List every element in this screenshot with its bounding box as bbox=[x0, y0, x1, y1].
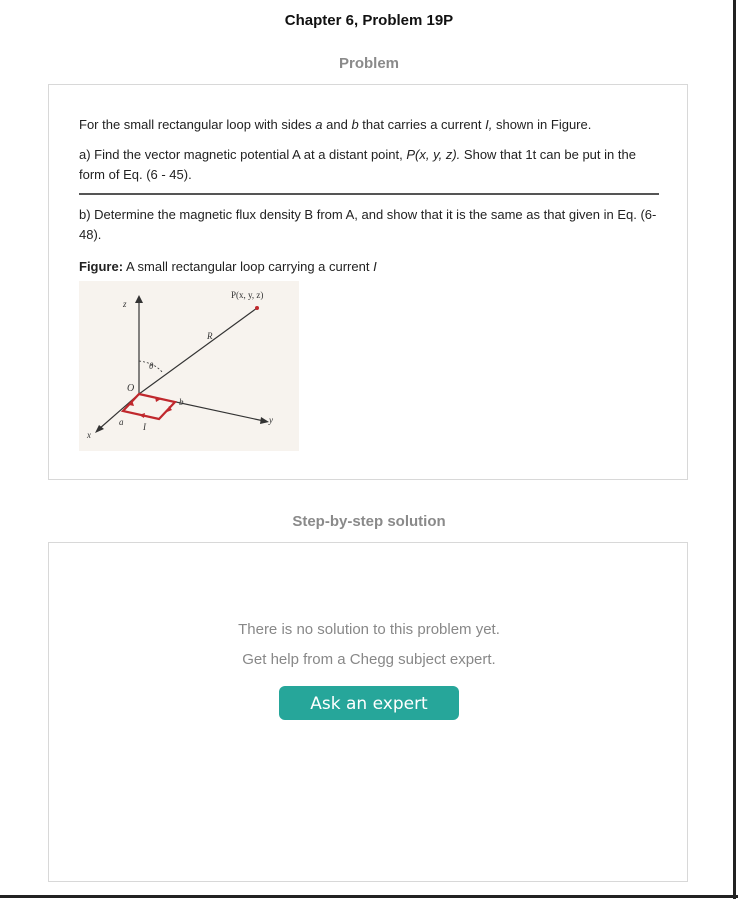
solution-card: There is no solution to this problem yet… bbox=[48, 542, 688, 882]
figure-caption: Figure: A small rectangular loop carryin… bbox=[79, 257, 659, 277]
page-title: Chapter 6, Problem 19P bbox=[284, 12, 454, 29]
no-solution-message: There is no solution to this problem yet… bbox=[238, 621, 500, 638]
figure-caption-current: I bbox=[373, 259, 377, 274]
side-b-label: b bbox=[179, 397, 184, 407]
ask-expert-button[interactable]: Ask an expert bbox=[279, 686, 459, 720]
point-p-label: P(x, y, z) bbox=[231, 290, 263, 300]
point-p-dot bbox=[255, 306, 259, 310]
figure-caption-text: A small rectangular loop carrying a curr… bbox=[123, 259, 374, 274]
x-label: x bbox=[86, 430, 91, 440]
figure-background bbox=[79, 281, 299, 451]
problem-heading: Problem bbox=[338, 55, 399, 72]
frame-bottom-border bbox=[0, 895, 738, 898]
problem-part-a: a) Find the vector magnetic potential A … bbox=[79, 145, 659, 185]
figure-label: Figure: bbox=[79, 259, 124, 274]
problem-intro-and: and bbox=[322, 117, 352, 132]
solution-heading: Step-by-step solution bbox=[292, 513, 446, 530]
r-label: R bbox=[206, 331, 213, 341]
z-label: z bbox=[122, 299, 127, 309]
problem-card: For the small rectangular loop with side… bbox=[48, 84, 688, 480]
y-label: y bbox=[268, 415, 273, 425]
point-var: P(x, y, z). bbox=[406, 147, 461, 162]
side-a-label: a bbox=[119, 417, 124, 427]
problem-intro-post: shown in Figure. bbox=[492, 117, 592, 132]
problem-intro-text: For the small rectangular loop with side… bbox=[79, 117, 316, 132]
problem-part-b: b) Determine the magnetic flux density B… bbox=[79, 207, 657, 242]
frame-right-border bbox=[733, 0, 736, 899]
part-a-text: a) Find the vector magnetic potential A … bbox=[79, 147, 407, 162]
problem-intro-mid: that carries a current bbox=[358, 117, 486, 132]
problem-intro: For the small rectangular loop with side… bbox=[79, 115, 659, 135]
loop-figure: z x y P(x, y, z) R θ O a b I bbox=[79, 281, 299, 451]
divider bbox=[79, 193, 659, 195]
theta-label: θ bbox=[149, 361, 154, 371]
side-b-var: b bbox=[351, 117, 359, 132]
side-a-var: a bbox=[315, 117, 323, 132]
help-message: Get help from a Chegg subject expert. bbox=[242, 651, 496, 668]
origin-label: O bbox=[127, 383, 134, 394]
